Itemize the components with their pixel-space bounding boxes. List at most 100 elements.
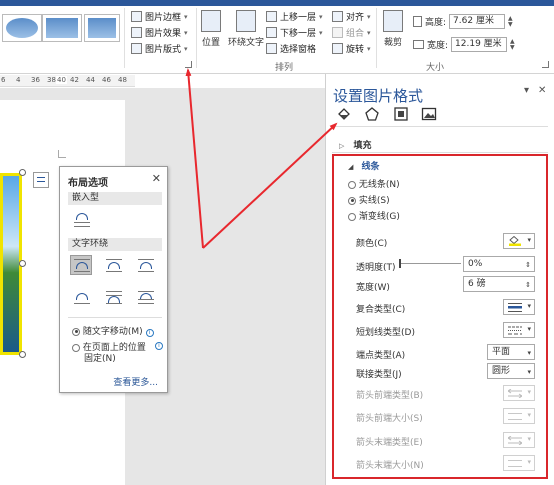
spin-arrows-icon[interactable]: ⇕ [525,278,531,292]
send-backward-button[interactable]: 下移一层 ▾ [266,26,323,39]
picture-styles-dialog-launcher-icon[interactable] [185,61,192,68]
info-icon[interactable]: i [145,329,154,337]
height-input[interactable]: 7.62 厘米 [449,14,506,29]
cap-type-value: 平面 [492,347,511,357]
resize-handle[interactable] [19,260,26,267]
picture-style-frame[interactable] [42,14,82,42]
radio-unselected-icon [72,343,80,352]
picture-style-oval[interactable] [2,14,42,42]
ribbon-separator [376,8,377,68]
close-icon[interactable]: ✕ [152,172,161,185]
rotate-label: 旋转 [346,45,365,55]
info-icon[interactable]: i [155,342,163,350]
bring-forward-button[interactable]: 上移一层 ▾ [266,10,323,23]
ribbon-title-bar [0,0,554,6]
layout-options-button[interactable] [33,172,49,188]
picture-effects-button[interactable]: 图片效果 ▾ [131,26,188,39]
spin-arrows-icon[interactable]: ▲ ▼ [510,38,515,51]
crop-icon [383,10,403,32]
picture-layout-button[interactable]: 图片版式 ▾ [131,42,188,55]
transparency-input[interactable]: 0% ⇕ [463,256,535,272]
spin-arrows-icon[interactable]: ▲ ▼ [508,15,513,28]
ribbon-separator [196,8,197,68]
picture-style-shadow[interactable] [84,14,120,42]
position-icon [201,10,221,32]
color-picker-button[interactable]: ▾ [503,233,535,249]
dash-type-dropdown[interactable]: ▾ [503,322,535,338]
resize-handle[interactable] [19,351,26,358]
effects-icon[interactable] [364,106,380,122]
compound-type-dropdown[interactable]: ▾ [503,299,535,315]
no-line-label: 无线条(N) [358,180,400,190]
wrap-tight-option[interactable] [102,255,124,275]
crop-button[interactable]: 裁剪 [383,10,403,48]
picture-border-button[interactable]: 图片边框 ▾ [131,10,188,23]
end-arrow-type-dropdown[interactable]: ▾ [503,432,535,448]
dash-type-label: 短划线类型(D) [356,328,415,338]
gradient-line-option[interactable]: 渐变线(G) [348,209,400,222]
wrap-inline-option[interactable] [70,210,92,230]
wrap-top-bottom-option[interactable] [70,287,92,307]
position-button[interactable]: 位置 [201,10,221,48]
picture-effects-label: 图片效果 [145,29,182,39]
chevron-down-icon: ▾ [527,435,531,443]
compound-type-label: 复合类型(C) [356,305,406,315]
selection-pane-icon [266,43,277,54]
popup-divider [68,317,162,318]
width-icon [413,40,424,49]
spin-arrows-icon[interactable]: ⇕ [525,258,531,272]
ruler-tick: 6 [1,76,6,84]
ruler-tick: 42 [70,76,79,84]
wrap-in-front-option[interactable] [134,287,156,307]
chevron-down-icon: ▾ [367,28,371,37]
no-line-option[interactable]: 无线条(N) [348,177,400,190]
wrap-through-option[interactable] [134,255,156,275]
wrap-behind-text-option[interactable] [102,287,124,307]
begin-arrow-size-dropdown[interactable]: ▾ [503,408,535,424]
picture-icon[interactable] [421,106,437,122]
begin-arrow-type-dropdown[interactable]: ▾ [503,385,535,401]
move-with-text-option[interactable]: 随文字移动(M) i [72,324,154,337]
wrap-square-option[interactable] [70,255,92,275]
selection-pane-button[interactable]: 选择窗格 [266,42,316,55]
pane-divider [332,126,548,127]
fill-section-header[interactable]: ▷ 填充 [339,138,372,151]
chevron-down-icon[interactable]: ▾ [524,85,529,96]
arrow-size-icon [508,460,522,467]
close-icon[interactable]: ✕ [538,85,546,96]
radio-selected-icon [72,327,80,336]
layout-properties-icon[interactable] [393,106,409,122]
solid-line-option[interactable]: 实线(S) [348,193,390,206]
rotate-icon [332,43,343,54]
wrap-text-button[interactable]: 环绕文字 [228,10,264,48]
group-button[interactable]: 组合 ▾ [332,26,371,39]
picture-border-label: 图片边框 [145,13,182,23]
inline-section-header: 嵌入型 [68,192,162,205]
pane-title: 设置图片格式 [333,87,424,105]
ruler-tick: 36 [31,76,40,84]
resize-handle[interactable] [19,169,26,176]
cap-type-dropdown[interactable]: 平面 ▾ [487,344,535,360]
align-button[interactable]: 对齐 ▾ [332,10,371,23]
see-more-link[interactable]: 查看更多... [113,375,158,388]
arrow-type-icon [507,435,523,446]
end-arrow-size-dropdown[interactable]: ▾ [503,455,535,471]
size-dialog-launcher-icon[interactable] [542,61,549,68]
rotate-button[interactable]: 旋转 ▾ [332,42,371,55]
transparency-slider[interactable] [399,259,461,268]
slider-knob[interactable] [399,259,401,268]
arrow-type-icon [507,388,523,399]
picture-layout-icon [131,43,142,54]
height-label: 高度: [425,18,447,28]
align-icon [332,11,343,22]
send-backward-icon [266,27,277,38]
arrow-size-icon [508,413,522,420]
join-type-value: 圆形 [492,366,511,376]
line-width-input[interactable]: 6 磅 ⇕ [463,276,535,292]
width-input[interactable]: 12.19 厘米 [451,37,508,52]
join-type-dropdown[interactable]: 圆形 ▾ [487,363,535,379]
line-section-header[interactable]: ◢ 线条 [348,159,380,172]
fill-line-icon[interactable] [336,106,352,122]
crop-label: 裁剪 [383,38,402,48]
chevron-down-icon: ▾ [527,325,531,333]
